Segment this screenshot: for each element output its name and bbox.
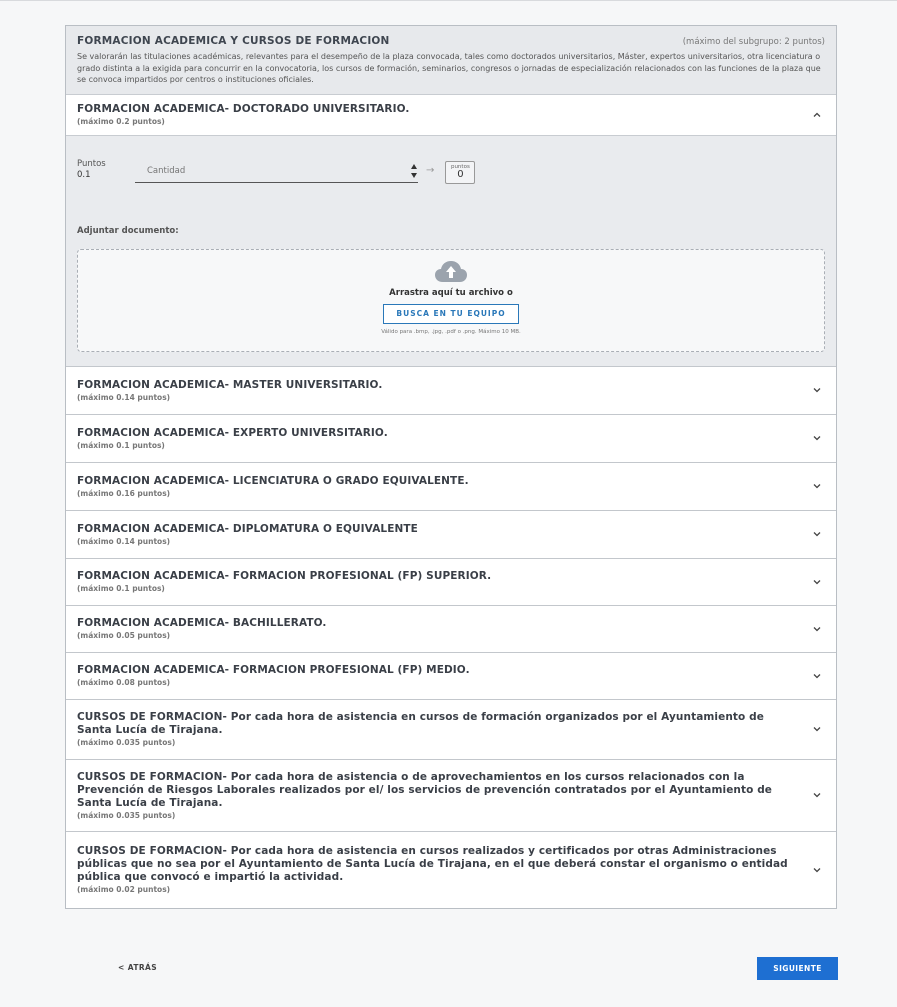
arrow-right-icon: → <box>426 164 435 176</box>
next-button[interactable]: SIGUIENTE <box>757 957 838 980</box>
accordion-max: (máximo 0.2 puntos) <box>77 117 165 127</box>
accordion-header[interactable]: CURSOS DE FORMACION- Por cada hora de as… <box>66 700 836 759</box>
drop-text: Arrastra aquí tu archivo o <box>389 287 513 298</box>
accordion-max: (máximo 0.035 puntos) <box>77 738 176 748</box>
accordion-item: FORMACION ACADEMICA- LICENCIATURA O GRAD… <box>66 462 836 511</box>
accordion-max: (máximo 0.1 puntos) <box>77 440 165 450</box>
accordion-header-doctorado[interactable]: FORMACION ACADEMICA- DOCTORADO UNIVERSIT… <box>66 95 836 135</box>
accordion-item: CURSOS DE FORMACION- Por cada hora de as… <box>66 699 836 760</box>
chevron-down-icon[interactable] <box>812 724 822 734</box>
accordion-header[interactable]: FORMACION ACADEMICA- EXPERTO UNIVERSITAR… <box>66 415 836 462</box>
chevron-down-icon[interactable] <box>812 385 822 395</box>
back-button[interactable]: < ATRÁS <box>118 963 157 972</box>
accordion-item: FORMACION ACADEMICA- DIPLOMATURA O EQUIV… <box>66 510 836 559</box>
subgroup-title: FORMACION ACADEMICA Y CURSOS DE FORMACIO… <box>77 35 390 47</box>
top-divider <box>0 0 897 1</box>
accordion-title: FORMACION ACADEMICA- FORMACION PROFESION… <box>77 570 492 583</box>
accordion-max: (máximo 0.035 puntos) <box>77 810 176 820</box>
chevron-down-icon[interactable] <box>812 529 822 539</box>
quantity-field[interactable] <box>135 158 418 183</box>
accordion-item-doctorado: FORMACION ACADEMICA- DOCTORADO UNIVERSIT… <box>66 94 836 367</box>
subgroup-description: Se valorarán las titulaciones académicas… <box>77 52 821 85</box>
result-value: 0 <box>457 168 464 180</box>
chevron-down-icon[interactable] <box>812 433 822 443</box>
accordion-item: CURSOS DE FORMACION- Por cada hora de as… <box>66 831 836 908</box>
accordion-header[interactable]: CURSOS DE FORMACION- Por cada hora de as… <box>66 832 836 908</box>
accordion-header[interactable]: FORMACION ACADEMICA- BACHILLERATO. (máxi… <box>66 606 836 652</box>
stepper-icon[interactable] <box>410 161 418 181</box>
accordion-title: FORMACION ACADEMICA- LICENCIATURA O GRAD… <box>77 474 469 487</box>
chevron-down-icon[interactable] <box>812 790 822 800</box>
accordion-header[interactable]: FORMACION ACADEMICA- FORMACION PROFESION… <box>66 559 836 605</box>
accordion-title: FORMACION ACADEMICA- MASTER UNIVERSITARI… <box>77 378 383 391</box>
points-value: 0.1 <box>77 169 91 180</box>
accordion-item: FORMACION ACADEMICA- EXPERTO UNIVERSITAR… <box>66 414 836 463</box>
accordion-max: (máximo 0.16 puntos) <box>77 488 171 498</box>
accordion-max: (máximo 0.14 puntos) <box>77 536 171 546</box>
accordion-title: CURSOS DE FORMACION- Por cada hora de as… <box>77 845 788 884</box>
file-dropzone[interactable]: Arrastra aquí tu archivo o BUSCA EN TU E… <box>77 248 825 352</box>
accordion-header[interactable]: FORMACION ACADEMICA- DIPLOMATURA O EQUIV… <box>66 511 836 558</box>
result-box: puntos 0 <box>445 160 476 184</box>
chevron-down-icon[interactable] <box>812 671 822 681</box>
accordion-title: FORMACION ACADEMICA- BACHILLERATO. <box>77 617 327 630</box>
cloud-upload-icon <box>434 259 468 284</box>
quantity-input[interactable] <box>135 158 418 183</box>
points-label: Puntos <box>77 158 106 169</box>
accordion-title: FORMACION ACADEMICA- EXPERTO UNIVERSITAR… <box>77 426 388 439</box>
accordion-title: FORMACION ACADEMICA- DOCTORADO UNIVERSIT… <box>77 103 410 116</box>
accordion-header[interactable]: FORMACION ACADEMICA- MASTER UNIVERSITARI… <box>66 367 836 414</box>
points-block: Puntos 0.1 <box>77 145 135 180</box>
accordion-header[interactable]: FORMACION ACADEMICA- LICENCIATURA O GRAD… <box>66 463 836 510</box>
accordion-item: CURSOS DE FORMACION- Por cada hora de as… <box>66 759 836 832</box>
accordion-item: FORMACION ACADEMICA- FORMACION PROFESION… <box>66 652 836 700</box>
accordion-max: (máximo 0.14 puntos) <box>77 392 171 402</box>
chevron-down-icon[interactable] <box>812 577 822 587</box>
accordion-title: CURSOS DE FORMACION- Por cada hora de as… <box>77 770 773 809</box>
accordion-max: (máximo 0.1 puntos) <box>77 584 165 594</box>
accordion-item: FORMACION ACADEMICA- FORMACION PROFESION… <box>66 558 836 606</box>
attach-label: Adjuntar documento: <box>77 225 179 236</box>
subgroup-panel: FORMACION ACADEMICA Y CURSOS DE FORMACIO… <box>65 25 837 909</box>
calculator-row: Puntos 0.1 → puntos 0 <box>77 145 825 185</box>
chevron-up-icon[interactable] <box>812 110 822 120</box>
chevron-down-icon[interactable] <box>812 865 822 875</box>
chevron-down-icon[interactable] <box>812 624 822 634</box>
accordion-max: (máximo 0.08 puntos) <box>77 678 171 688</box>
accordion-max: (máximo 0.02 puntos) <box>77 885 171 895</box>
subgroup-max: (máximo del subgrupo: 2 puntos) <box>682 37 825 47</box>
valid-formats-text: Válido para .bmp, .jpg, .pdf o .png. Máx… <box>381 328 521 335</box>
chevron-down-icon[interactable] <box>812 481 822 491</box>
accordion-title: CURSOS DE FORMACION- Por cada hora de as… <box>77 711 764 737</box>
accordion-body-doctorado: Puntos 0.1 → puntos 0 Adjuntar documento… <box>66 134 836 366</box>
accordion-item: FORMACION ACADEMICA- BACHILLERATO. (máxi… <box>66 605 836 653</box>
accordion-max: (máximo 0.05 puntos) <box>77 631 171 641</box>
accordion-header[interactable]: CURSOS DE FORMACION- Por cada hora de as… <box>66 760 836 831</box>
accordion-header[interactable]: FORMACION ACADEMICA- FORMACION PROFESION… <box>66 653 836 699</box>
browse-button[interactable]: BUSCA EN TU EQUIPO <box>383 303 519 324</box>
accordion-title: FORMACION ACADEMICA- FORMACION PROFESION… <box>77 664 470 677</box>
accordion-title: FORMACION ACADEMICA- DIPLOMATURA O EQUIV… <box>77 522 418 535</box>
subgroup-header: FORMACION ACADEMICA Y CURSOS DE FORMACIO… <box>66 26 836 95</box>
accordion-item: FORMACION ACADEMICA- MASTER UNIVERSITARI… <box>66 366 836 415</box>
